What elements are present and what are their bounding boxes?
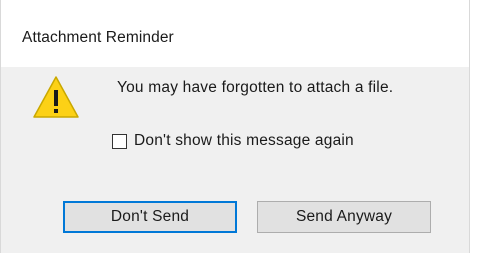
reminder-message: You may have forgotten to attach a file. — [117, 79, 394, 96]
dont-show-again-option[interactable]: Don't show this message again — [112, 131, 354, 151]
dialog-title-bar: Attachment Reminder — [1, 0, 469, 67]
warning-icon — [33, 76, 79, 118]
dont-show-again-label[interactable]: Don't show this message again — [134, 132, 354, 150]
send-anyway-button[interactable]: Send Anyway — [257, 201, 431, 233]
dont-show-again-checkbox[interactable] — [112, 133, 127, 149]
dont-send-button[interactable]: Don't Send — [63, 201, 237, 233]
dialog-title: Attachment Reminder — [22, 29, 174, 46]
attachment-reminder-dialog: Attachment Reminder You may have forgott… — [0, 0, 470, 253]
